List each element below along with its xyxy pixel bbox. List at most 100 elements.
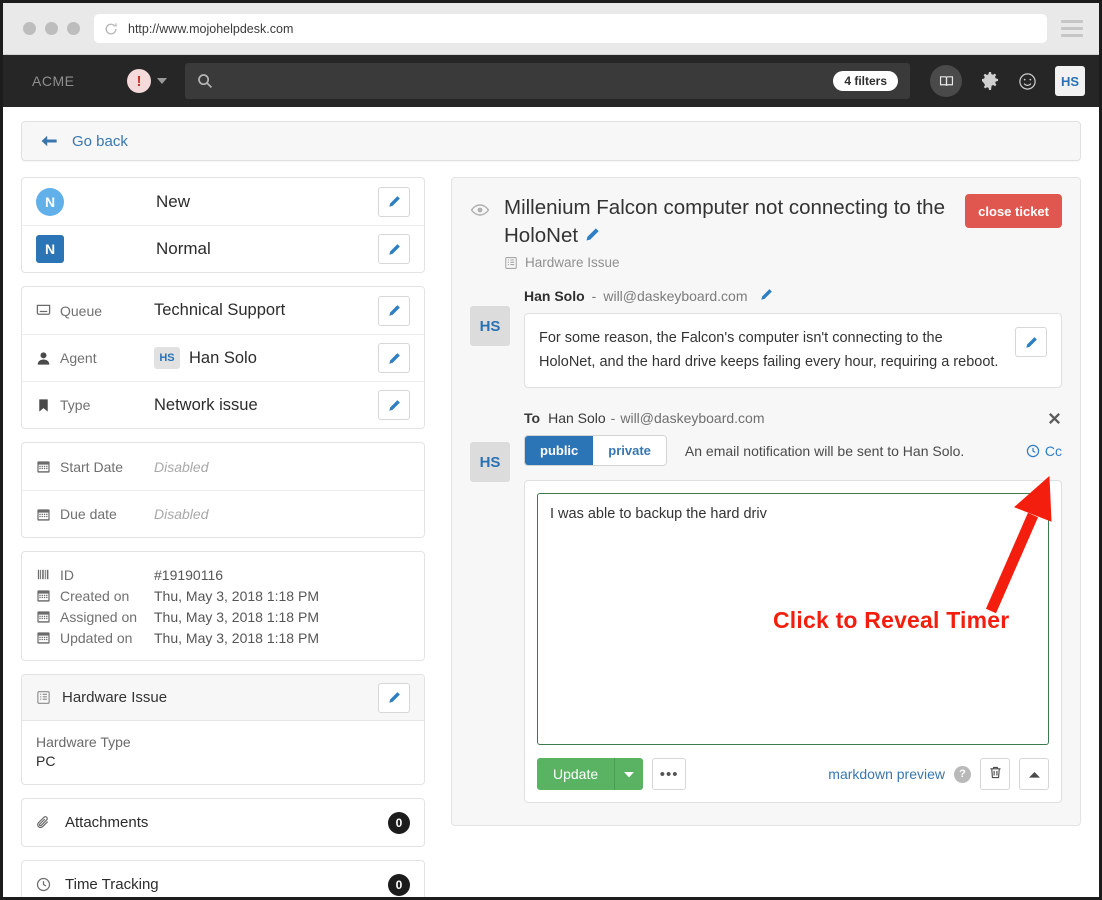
reload-icon[interactable] bbox=[104, 22, 118, 36]
book-icon[interactable] bbox=[930, 65, 962, 97]
more-options-button[interactable]: ••• bbox=[652, 758, 687, 791]
updated-on-value: Thu, May 3, 2018 1:18 PM bbox=[154, 629, 319, 646]
hardware-issue-title: Hardware Issue bbox=[62, 689, 168, 706]
attachments-row[interactable]: Attachments 0 bbox=[22, 799, 424, 846]
cc-toggle[interactable]: Cc bbox=[1026, 443, 1062, 459]
search-input[interactable] bbox=[223, 72, 824, 90]
form-icon bbox=[36, 690, 51, 705]
queue-label-text: Queue bbox=[60, 302, 103, 319]
url-text: http://www.mojohelpdesk.com bbox=[128, 21, 294, 36]
assignment-card: Queue Technical Support Agent HS Han Sol… bbox=[21, 286, 425, 429]
time-tracking-card[interactable]: Time Tracking 0 bbox=[21, 860, 425, 897]
smiley-icon[interactable] bbox=[1018, 72, 1037, 91]
ticket-id-label: ID bbox=[36, 567, 154, 583]
edit-requester-icon[interactable] bbox=[760, 288, 773, 304]
message-body-wrap: Han Solo - will@daskeyboard.com For some… bbox=[524, 288, 1062, 389]
edit-title-icon[interactable] bbox=[585, 222, 600, 250]
update-dropdown-caret-icon[interactable] bbox=[615, 758, 644, 791]
type-value: Network issue bbox=[154, 395, 258, 414]
ticket-id-value: #19190116 bbox=[154, 566, 224, 583]
chevron-down-icon bbox=[157, 78, 167, 84]
inbox-icon bbox=[36, 303, 51, 318]
message-text: For some reason, the Falcon's computer i… bbox=[539, 330, 999, 370]
calendar-icon bbox=[36, 459, 51, 474]
annotation-label: Click to Reveal Timer bbox=[773, 607, 1010, 633]
markdown-preview-link[interactable]: markdown preview bbox=[828, 766, 945, 782]
agent-field-label: Agent bbox=[36, 350, 154, 366]
update-button[interactable]: Update bbox=[537, 758, 616, 791]
time-tracking-row[interactable]: Time Tracking 0 bbox=[22, 861, 424, 897]
edit-hardware-issue-button[interactable] bbox=[378, 682, 410, 713]
start-date-label: Start Date bbox=[36, 459, 154, 475]
message-author: Han Solo bbox=[524, 288, 585, 305]
ticket-sidebar: N New N Normal Queue Technical Support A… bbox=[21, 177, 425, 897]
priority-badge-icon: N bbox=[36, 235, 64, 263]
time-tracking-label: Time Tracking bbox=[65, 876, 159, 893]
form-icon bbox=[504, 256, 518, 270]
hamburger-menu-icon[interactable] bbox=[1061, 20, 1083, 37]
message-bubble: For some reason, the Falcon's computer i… bbox=[524, 313, 1062, 389]
updated-on-label-text: Updated on bbox=[60, 629, 133, 646]
page-title: Millenium Falcon computer not connecting… bbox=[504, 194, 951, 249]
message-separator: - bbox=[591, 288, 597, 305]
edit-priority-button[interactable] bbox=[378, 234, 410, 264]
go-back-bar[interactable]: Go back bbox=[21, 121, 1081, 161]
update-split-button: Update bbox=[537, 758, 644, 791]
minimize-window-dot[interactable] bbox=[45, 22, 58, 35]
edit-status-button[interactable] bbox=[378, 186, 410, 217]
assigned-on-value: Thu, May 3, 2018 1:18 PM bbox=[154, 608, 319, 625]
ticket-id-label-text: ID bbox=[60, 566, 74, 583]
status-badge-icon: N bbox=[36, 187, 64, 216]
brand-logo[interactable]: ACME bbox=[17, 73, 127, 89]
updated-on-row: Updated on Thu, May 3, 2018 1:18 PM bbox=[36, 627, 410, 648]
visibility-tabs: public private bbox=[524, 435, 667, 467]
delete-draft-button[interactable] bbox=[980, 758, 1010, 791]
due-date-label: Due date bbox=[36, 506, 154, 522]
two-column-layout: N New N Normal Queue Technical Support A… bbox=[21, 177, 1081, 897]
queue-row: Queue Technical Support bbox=[22, 287, 424, 334]
close-x-icon[interactable] bbox=[1047, 411, 1062, 426]
nav-icon-group: HS bbox=[930, 65, 1085, 97]
tab-public[interactable]: public bbox=[525, 436, 594, 466]
start-date-value: Disabled bbox=[154, 458, 209, 475]
alert-dropdown[interactable]: ! bbox=[127, 69, 167, 93]
annotation-arrow bbox=[985, 475, 1052, 614]
eye-icon[interactable] bbox=[470, 200, 490, 220]
hardware-type-label: Hardware Type bbox=[36, 734, 131, 750]
reply-to-name: Han Solo bbox=[548, 410, 606, 427]
search-icon bbox=[197, 73, 213, 89]
question-mark-icon[interactable]: ? bbox=[954, 765, 971, 783]
hardware-issue-body: Hardware Type PC bbox=[22, 721, 424, 784]
collapse-composer-button[interactable] bbox=[1019, 758, 1049, 791]
filters-badge[interactable]: 4 filters bbox=[833, 71, 898, 91]
barcode-icon bbox=[36, 567, 51, 582]
tab-private[interactable]: private bbox=[593, 436, 666, 466]
message-author-line: Han Solo - will@daskeyboard.com bbox=[524, 288, 1062, 304]
close-window-dot[interactable] bbox=[23, 22, 36, 35]
edit-queue-button[interactable] bbox=[378, 295, 410, 326]
window-traffic-lights[interactable] bbox=[23, 22, 80, 35]
calendar-icon bbox=[36, 507, 51, 522]
attachments-card[interactable]: Attachments 0 bbox=[21, 798, 425, 847]
gear-icon[interactable] bbox=[980, 71, 1000, 91]
maximize-window-dot[interactable] bbox=[67, 22, 80, 35]
status-label: New bbox=[156, 191, 191, 211]
calendar-icon bbox=[36, 588, 51, 603]
edit-type-button[interactable] bbox=[378, 390, 410, 420]
avatar[interactable]: HS bbox=[1055, 66, 1085, 96]
ticket-header: Millenium Falcon computer not connecting… bbox=[470, 194, 1062, 249]
edit-agent-button[interactable] bbox=[378, 343, 410, 373]
ticket-id-row: ID #19190116 bbox=[36, 564, 410, 585]
search-bar[interactable]: 4 filters bbox=[185, 63, 910, 99]
close-ticket-button[interactable]: close ticket bbox=[965, 194, 1062, 228]
queue-field-label: Queue bbox=[36, 303, 154, 319]
edit-message-button[interactable] bbox=[1015, 327, 1047, 358]
type-label-text: Type bbox=[60, 397, 91, 413]
agent-row: Agent HS Han Solo bbox=[22, 334, 424, 381]
address-bar[interactable]: http://www.mojohelpdesk.com bbox=[94, 14, 1047, 43]
start-date-row: Start Date Disabled bbox=[22, 443, 424, 490]
ticket-title-text: Millenium Falcon computer not connecting… bbox=[504, 196, 945, 247]
attachments-label: Attachments bbox=[65, 814, 149, 831]
status-row: N New bbox=[22, 178, 424, 225]
agent-value-wrap: HS Han Solo bbox=[154, 347, 378, 369]
